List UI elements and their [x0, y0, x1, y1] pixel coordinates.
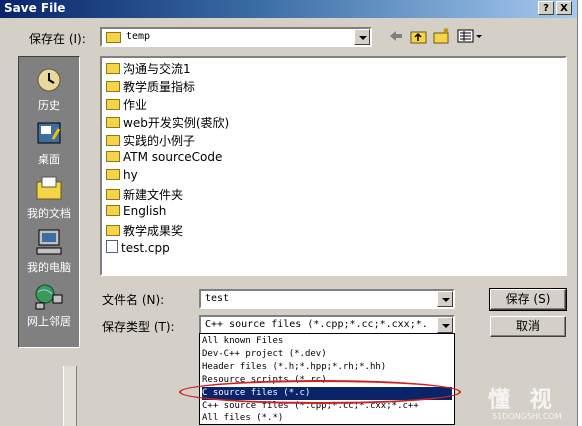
save-in-dropdown[interactable]: temp [100, 27, 372, 47]
help-button[interactable]: ? [538, 1, 554, 15]
chevron-down-icon[interactable] [354, 29, 370, 45]
filetype-option[interactable]: All files (*.*) [202, 412, 452, 425]
save-in-value: temp [126, 31, 151, 42]
background-scrollbar [63, 366, 77, 426]
desktop-icon [34, 119, 64, 149]
list-item[interactable]: ATM sourceCode [106, 150, 222, 167]
folder-icon [106, 32, 121, 43]
back-arrow-icon[interactable] [388, 28, 404, 44]
cpp-file-icon [106, 240, 118, 253]
filetype-option[interactable]: All known Files [202, 335, 452, 348]
list-item[interactable]: web开发实例(裘欣) [106, 114, 229, 131]
annotation-circle [179, 380, 461, 404]
place-label: 桌面 [38, 153, 60, 166]
list-item[interactable]: 教学质量指标 [106, 78, 195, 95]
filetype-options-list: All known Files Dev-C++ project (*.dev) … [199, 333, 455, 425]
file-list[interactable]: 沟通与交流1 教学质量指标 作业 web开发实例(裘欣) 实践的小例子 ATM … [100, 56, 567, 276]
new-folder-icon[interactable] [433, 27, 451, 44]
view-menu-icon[interactable] [457, 28, 483, 44]
list-item[interactable]: 实践的小例子 [106, 132, 195, 149]
filetype-option[interactable]: Dev-C++ project (*.dev) [202, 348, 452, 361]
chevron-down-icon[interactable] [437, 291, 453, 307]
window-title: Save File [4, 1, 66, 15]
network-icon [34, 281, 64, 311]
list-item[interactable]: 新建文件夹 [106, 186, 183, 203]
history-icon [34, 65, 64, 95]
save-file-dialog: Save File ? X 保存在 (I): temp 历史 桌面 我的文档 我… [0, 0, 578, 426]
place-network[interactable]: 网上邻居 [19, 281, 79, 329]
filetype-label: 保存类型 (T): [102, 320, 175, 334]
watermark-domain: 51DONGSHI.COM [492, 412, 562, 421]
up-folder-icon[interactable] [410, 28, 428, 44]
folder-icon [106, 117, 120, 128]
folder-icon [106, 151, 120, 162]
folder-icon [106, 189, 120, 200]
folder-icon [106, 169, 120, 180]
list-item[interactable]: English [106, 204, 166, 221]
place-history[interactable]: 历史 [19, 65, 79, 113]
save-button[interactable]: 保存 (S) [489, 288, 567, 311]
place-my-documents[interactable]: 我的文档 [19, 173, 79, 221]
save-in-label: 保存在 (I): [29, 32, 86, 46]
place-label: 历史 [38, 99, 60, 112]
filetype-option[interactable]: Header files (*.h;*.hpp;*.rh;*.hh) [202, 361, 452, 374]
title-bar[interactable]: Save File ? X [0, 0, 577, 18]
place-my-computer[interactable]: 我的电脑 [19, 227, 79, 275]
watermark-logo: 懂 视 [488, 388, 558, 413]
place-label: 网上邻居 [27, 315, 71, 328]
folder-icon [106, 225, 120, 236]
list-item[interactable]: 教学成果奖 [106, 222, 183, 239]
folder-icon [106, 205, 120, 216]
my-computer-icon [34, 227, 64, 257]
filetype-select[interactable]: C++ source files (*.cpp;*.cc;*.cxx;*. [199, 315, 455, 335]
chevron-down-icon[interactable] [437, 317, 453, 333]
list-item[interactable]: hy [106, 168, 138, 185]
list-item[interactable]: 作业 [106, 96, 147, 113]
list-item[interactable]: 沟通与交流1 [106, 60, 191, 77]
filename-value: test [205, 293, 230, 304]
filename-label: 文件名 (N): [102, 293, 165, 307]
folder-icon [106, 135, 120, 146]
filetype-value: C++ source files (*.cpp;*.cc;*.cxx;*. [205, 319, 428, 330]
close-button[interactable]: X [556, 1, 572, 15]
folder-icon [106, 99, 120, 110]
my-documents-icon [34, 173, 64, 203]
place-desktop[interactable]: 桌面 [19, 119, 79, 167]
filename-input[interactable]: test [199, 289, 455, 309]
list-item[interactable]: test.cpp [106, 240, 170, 257]
folder-icon [106, 81, 120, 92]
place-label: 我的文档 [27, 207, 71, 220]
place-label: 我的电脑 [27, 261, 71, 274]
cancel-button[interactable]: 取消 [490, 316, 566, 337]
places-bar: 历史 桌面 我的文档 我的电脑 网上邻居 [18, 56, 80, 348]
folder-icon [106, 63, 120, 74]
